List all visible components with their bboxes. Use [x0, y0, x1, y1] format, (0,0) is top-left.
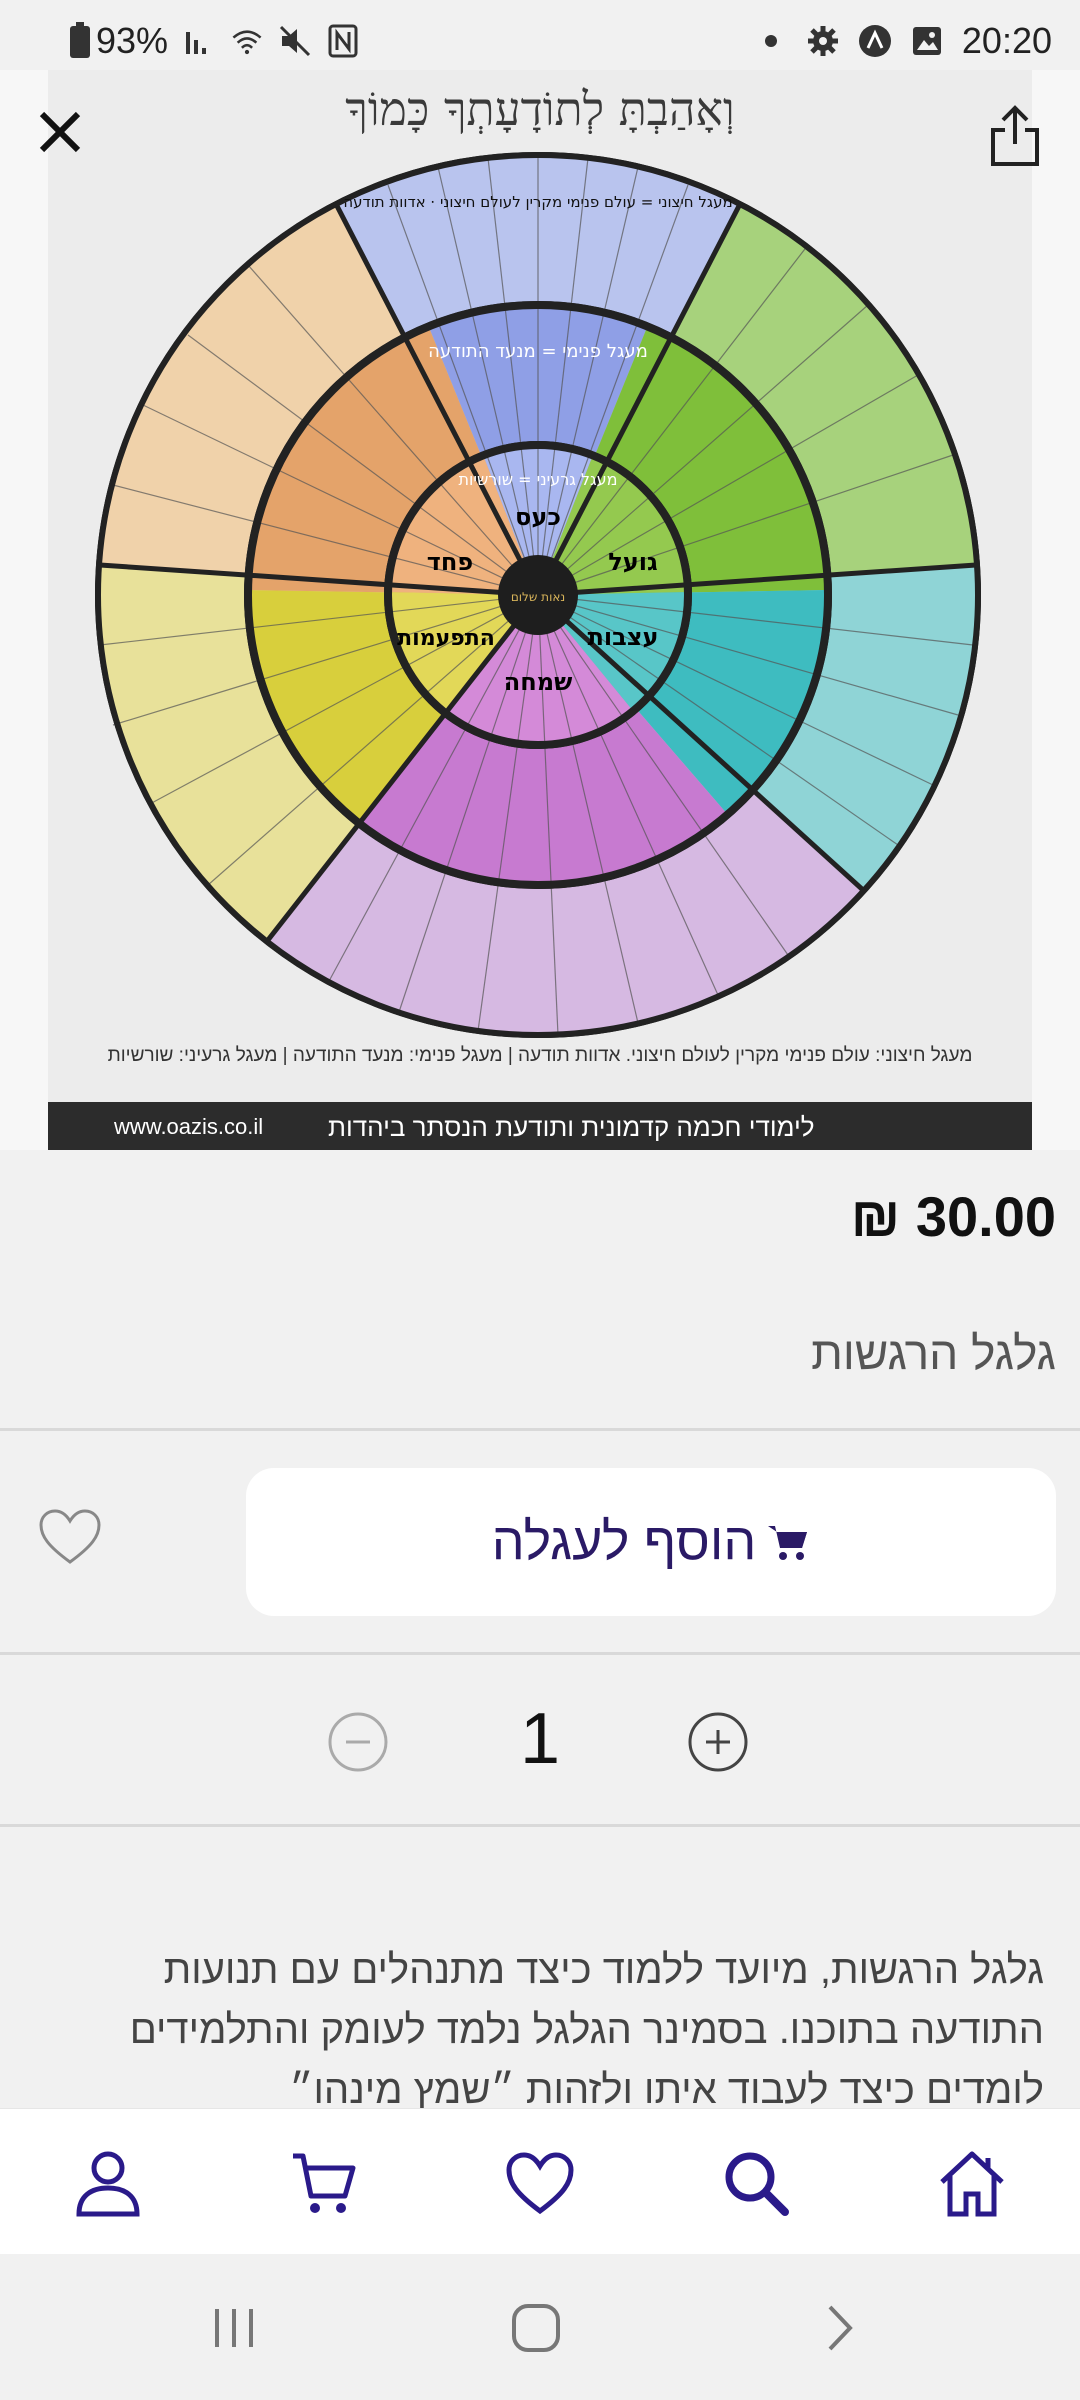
plus-circle-icon: [688, 1712, 748, 1772]
dot-icon: [754, 24, 788, 58]
gear-icon: [806, 24, 840, 58]
status-right: 20:20: [754, 20, 1052, 62]
battery-icon: [70, 22, 90, 58]
divider: [0, 1428, 1080, 1431]
divider: [0, 1652, 1080, 1655]
heart-icon: [506, 2152, 574, 2215]
minus-circle-icon: [328, 1712, 388, 1772]
ring-caption-outer: מעגל חיצוני = עולם פנימי מקרין לעולם חיצ…: [343, 193, 732, 211]
bottom-nav: [0, 2108, 1080, 2254]
center-logo: נאות שלום: [511, 590, 565, 604]
recent-apps-button[interactable]: [204, 2298, 264, 2358]
signal-icon: [182, 24, 216, 58]
clock: 20:20: [961, 20, 1052, 61]
inner-label-disgust: גועל: [608, 548, 658, 576]
product-image[interactable]: וְאָהַבְתָּ לְתוֹדָעָתְךָ כָּמוֹךָ נאות …: [0, 70, 1080, 1150]
home-square-icon: [512, 2304, 560, 2352]
ring-caption-inner: מעגל פנימי = מנעד התודעה: [428, 341, 648, 362]
nav-account[interactable]: [70, 2145, 146, 2221]
add-to-cart-button[interactable]: הוסף לעגלה: [246, 1468, 1056, 1616]
search-icon: [725, 2152, 789, 2216]
back-button[interactable]: [810, 2298, 870, 2358]
wifi-icon: [230, 24, 264, 58]
recent-apps-icon: [215, 2309, 253, 2347]
poster-footer: www.oazis.co.il לימודי חכמה קדמונית ותוד…: [48, 1102, 1032, 1150]
image-icon: [910, 24, 944, 58]
inner-label-anger: כעס: [515, 503, 561, 531]
close-button[interactable]: [28, 100, 92, 164]
divider: [0, 1824, 1080, 1827]
nav-home[interactable]: [934, 2145, 1010, 2221]
inner-label-sadness: עצבות: [588, 623, 659, 651]
close-icon: [39, 111, 81, 153]
inner-label-awe: התפעמות: [397, 626, 495, 651]
product-title: גלגל הרגשות: [811, 1327, 1056, 1379]
screen: 93% 20:20 וְאָהַבְתָּ לְתוֹדָעָתְךָ כָּמ…: [0, 0, 1080, 2400]
mute-icon: [278, 24, 312, 58]
battery-percent: 93%: [96, 20, 169, 61]
nfc-icon: [326, 24, 360, 58]
chevron-right-icon: [828, 2305, 853, 2351]
cart-icon: [293, 2153, 356, 2213]
status-bar: 93% 20:20: [0, 0, 1080, 70]
poster-title: וְאָהַבְתָּ לְתוֹדָעָתְךָ כָּמוֹךָ: [345, 82, 735, 136]
user-icon: [76, 2151, 140, 2217]
add-to-cart-label: הוסף לעגלה: [491, 1513, 757, 1571]
quantity-value: 1: [519, 1699, 561, 1779]
emotion-wheel-poster: וְאָהַבְתָּ לְתוֹדָעָתְךָ כָּמוֹךָ נאות …: [48, 70, 1032, 1150]
cart-icon: [768, 1526, 808, 1560]
poster-slogan: לימודי חכמה קדמונית ותודעת הנסתר ביהדות: [328, 1112, 815, 1142]
poster-legend: מעגל חיצוני: עולם פנימי מקרין לעולם חיצו…: [107, 1045, 973, 1066]
nav-wishlist[interactable]: [502, 2145, 578, 2221]
heart-icon: [39, 1509, 101, 1564]
home-icon: [940, 2151, 1004, 2217]
nav-search[interactable]: [718, 2145, 794, 2221]
emotion-wheel: נאות שלום כעס גועל עצבות שמחה התפעמות פח…: [95, 152, 981, 1038]
inner-label-fear: פחד: [427, 548, 473, 576]
inner-label-joy: שמחה: [504, 668, 573, 696]
product-price: 30.00 ₪: [850, 1185, 1056, 1248]
nav-cart[interactable]: [286, 2145, 362, 2221]
notification-icon: [858, 24, 892, 58]
increase-quantity-button[interactable]: [686, 1710, 750, 1774]
status-left: 93%: [96, 20, 360, 62]
share-button[interactable]: [980, 98, 1050, 174]
home-button[interactable]: [506, 2298, 566, 2358]
poster-url: www.oazis.co.il: [114, 1114, 264, 1139]
ring-caption-core: מעגל גרעיני = שורשיות: [459, 470, 618, 489]
share-icon: [991, 105, 1039, 166]
system-nav-bar: [0, 2254, 1080, 2400]
product-description: גלגל הרגשות, מיועד ללמוד כיצד מתנהלים עם…: [129, 1948, 1044, 2112]
quantity-stepper: 1: [0, 1658, 1080, 1824]
wishlist-button[interactable]: [38, 1508, 110, 1572]
decrease-quantity-button[interactable]: [326, 1710, 390, 1774]
